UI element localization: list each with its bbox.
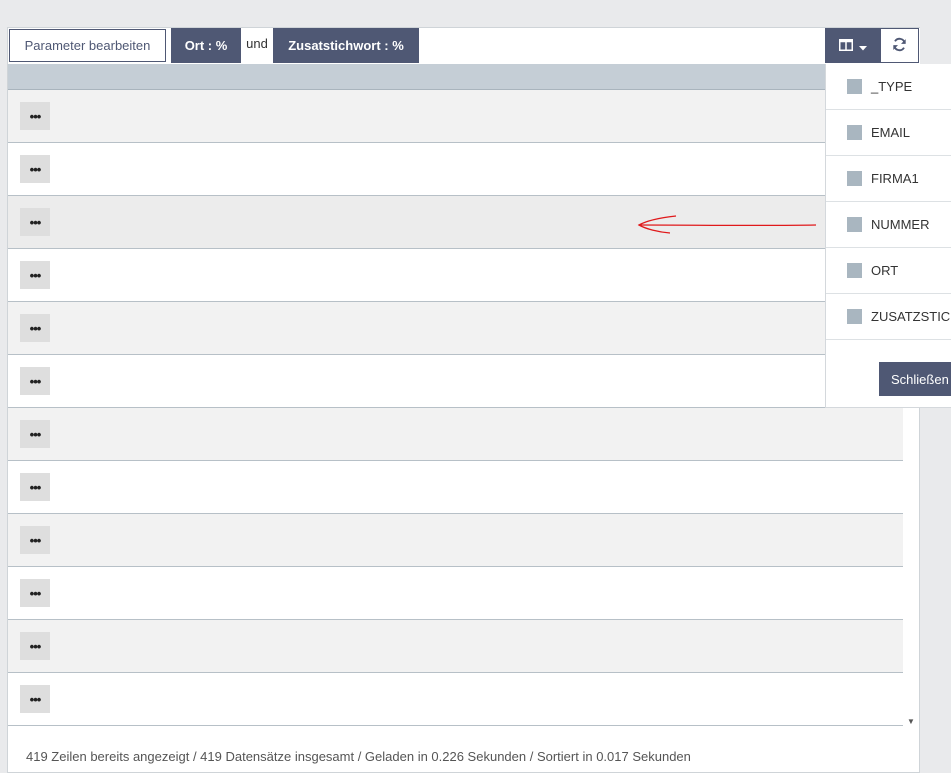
red-arrow-annotation — [636, 212, 818, 241]
row-actions-button[interactable]: ••• — [20, 155, 50, 183]
row-actions-button[interactable]: ••• — [20, 367, 50, 395]
table-row[interactable]: ••• — [8, 673, 903, 726]
column-menu: _TYPE EMAIL FIRMA1 NUMMER ORT ZUSATZSTICH Sch… — [825, 64, 951, 408]
refresh-button[interactable] — [880, 28, 919, 63]
table-row[interactable]: ••• — [8, 90, 903, 143]
column-checkbox[interactable] — [847, 125, 862, 140]
table-row[interactable]: ••• — [8, 143, 903, 196]
column-checkbox[interactable] — [847, 79, 862, 94]
column-checkbox[interactable] — [847, 309, 862, 324]
column-menu-item[interactable]: _TYPE — [826, 64, 951, 110]
refresh-icon — [892, 37, 907, 55]
column-menu-item-label: ZUSATZSTICH — [871, 309, 951, 324]
toolbar: Parameter bearbeiten Ort : % und Zusatst… — [8, 28, 920, 64]
table-row[interactable]: ••• — [8, 302, 903, 355]
grid-header — [8, 64, 903, 90]
table-columns-icon — [838, 38, 853, 54]
row-actions-button[interactable]: ••• — [20, 473, 50, 501]
column-menu-item[interactable]: FIRMA1 — [826, 156, 951, 202]
scroll-down-arrow[interactable]: ▼ — [905, 715, 917, 727]
column-menu-item[interactable]: ORT — [826, 248, 951, 294]
filter-connector: und — [246, 35, 268, 51]
column-menu-item-label: FIRMA1 — [871, 171, 919, 186]
column-menu-item[interactable]: EMAIL — [826, 110, 951, 156]
row-actions-button[interactable]: ••• — [20, 261, 50, 289]
row-actions-button[interactable]: ••• — [20, 632, 50, 660]
column-menu-item-label: NUMMER — [871, 217, 930, 232]
column-menu-item[interactable]: ZUSATZSTICH — [826, 294, 951, 340]
row-actions-button[interactable]: ••• — [20, 685, 50, 713]
row-actions-button[interactable]: ••• — [20, 314, 50, 342]
app-frame: Parameter bearbeiten Ort : % und Zusatst… — [0, 0, 951, 773]
row-actions-button[interactable]: ••• — [20, 102, 50, 130]
column-chooser-button[interactable] — [825, 28, 880, 63]
row-actions-button[interactable]: ••• — [20, 526, 50, 554]
column-checkbox[interactable] — [847, 171, 862, 186]
column-checkbox[interactable] — [847, 217, 862, 232]
table-row[interactable]: ••• — [8, 461, 903, 514]
table-row[interactable]: ••• — [8, 620, 903, 673]
table-row[interactable]: ••• — [8, 249, 903, 302]
table-row[interactable]: ••• — [8, 567, 903, 620]
chevron-down-icon — [858, 38, 867, 54]
column-menu-item-label: EMAIL — [871, 125, 911, 140]
column-menu-item-label: _TYPE — [871, 79, 913, 94]
table-row[interactable]: ••• — [8, 514, 903, 567]
edit-parameters-button[interactable]: Parameter bearbeiten — [9, 29, 166, 62]
table-row[interactable]: ••• — [8, 408, 903, 461]
row-actions-button[interactable]: ••• — [20, 208, 50, 236]
column-checkbox[interactable] — [847, 263, 862, 278]
table-row[interactable]: ••• — [8, 355, 903, 408]
column-menu-item[interactable]: NUMMER — [826, 202, 951, 248]
filter-chip-zusatzstichwort[interactable]: Zusatstichwort : % — [273, 28, 419, 63]
row-actions-button[interactable]: ••• — [20, 420, 50, 448]
status-footer: 419 Zeilen bereits angezeigt / 419 Daten… — [26, 749, 691, 764]
row-actions-button[interactable]: ••• — [20, 579, 50, 607]
column-menu-item-label: ORT — [871, 263, 899, 278]
close-button[interactable]: Schließen — [879, 362, 951, 396]
grid-rows: ••• ••• ••• ••• ••• ••• ••• ••• ••• ••• ••• ••• — [8, 90, 903, 726]
filter-chip-ort[interactable]: Ort : % — [171, 28, 241, 63]
